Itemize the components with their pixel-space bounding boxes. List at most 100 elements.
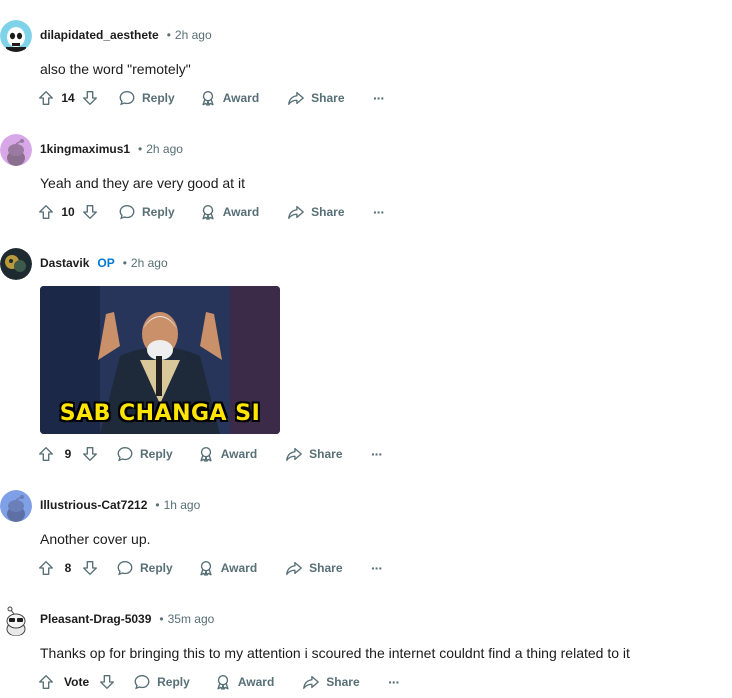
snoo-avatar-blue-icon — [0, 490, 32, 522]
meme-caption: SAB CHANGA SI — [59, 401, 261, 426]
comment-actions: 14 Reply Award Share ··· — [34, 84, 393, 112]
comment-actions: 9 Reply Award Share ··· — [34, 440, 391, 468]
vote-count: Vote — [64, 675, 90, 689]
award-label: Award — [220, 447, 258, 461]
award-button[interactable]: Award — [189, 554, 265, 582]
share-icon — [288, 205, 305, 219]
comment-meta: dilapidated_aesthete • 2h ago — [40, 28, 212, 42]
username-link[interactable]: Dastavik — [40, 256, 89, 270]
award-button[interactable]: Award — [191, 84, 267, 112]
vote-group: Vote — [34, 670, 119, 694]
comment-image[interactable]: SAB CHANGA SI — [40, 286, 280, 434]
more-options-button[interactable]: ··· — [380, 668, 408, 696]
award-label: Award — [222, 205, 260, 219]
share-button[interactable]: Share — [294, 668, 367, 696]
comment-actions: 10 Reply Award Share ··· — [34, 198, 393, 226]
username-link[interactable]: Illustrious-Cat7212 — [40, 498, 147, 512]
snoo-avatar-purple-icon — [0, 134, 32, 166]
award-icon — [202, 205, 214, 220]
award-icon — [200, 447, 212, 462]
share-button[interactable]: Share — [277, 554, 350, 582]
comment-meta: 1kingmaximus1 • 2h ago — [40, 142, 183, 156]
timestamp[interactable]: 35m ago — [168, 612, 215, 626]
reply-button[interactable]: Reply — [110, 84, 183, 112]
award-button[interactable]: Award — [189, 440, 265, 468]
meta-separator: • — [159, 612, 164, 626]
meta-separator: • — [138, 142, 143, 156]
award-button[interactable]: Award — [206, 668, 282, 696]
award-icon — [217, 675, 229, 690]
skeleton-avatar-icon — [0, 20, 32, 52]
vote-count: 9 — [64, 447, 72, 461]
upvote-icon[interactable] — [34, 556, 58, 580]
timestamp[interactable]: 1h ago — [164, 498, 201, 512]
share-icon — [286, 561, 303, 575]
downvote-icon[interactable] — [95, 670, 119, 694]
comment-actions: 8 Reply Award Share ··· — [34, 554, 391, 582]
meta-separator: • — [155, 498, 160, 512]
upvote-icon[interactable] — [34, 670, 58, 694]
chat-bubble-icon — [134, 675, 150, 690]
downvote-icon[interactable] — [78, 86, 102, 110]
vote-group: 8 — [34, 556, 102, 580]
comment-text: Thanks op for bringing this to my attent… — [40, 645, 630, 661]
user-avatar[interactable] — [0, 248, 32, 280]
user-avatar[interactable] — [0, 20, 32, 52]
downvote-icon[interactable] — [78, 556, 102, 580]
downvote-icon[interactable] — [78, 442, 102, 466]
timestamp[interactable]: 2h ago — [131, 256, 168, 270]
comment-meta: Illustrious-Cat7212 • 1h ago — [40, 498, 200, 512]
reply-button[interactable]: Reply — [108, 554, 181, 582]
user-avatar[interactable] — [0, 134, 32, 166]
share-button[interactable]: Share — [277, 440, 350, 468]
reply-label: Reply — [142, 205, 175, 219]
snoo-sunglasses-avatar-icon — [0, 604, 32, 636]
award-label: Award — [237, 675, 275, 689]
share-label: Share — [326, 675, 360, 689]
share-label: Share — [309, 561, 343, 575]
username-link[interactable]: Pleasant-Drag-5039 — [40, 612, 151, 626]
timestamp[interactable]: 2h ago — [175, 28, 212, 42]
share-icon — [288, 91, 305, 105]
meta-separator: • — [166, 28, 171, 42]
reply-label: Reply — [140, 447, 173, 461]
op-badge: OP — [97, 256, 115, 270]
username-link[interactable]: dilapidated_aesthete — [40, 28, 159, 42]
share-button[interactable]: Share — [279, 84, 352, 112]
upvote-icon[interactable] — [34, 442, 58, 466]
upvote-icon[interactable] — [34, 86, 58, 110]
username-link[interactable]: 1kingmaximus1 — [40, 142, 130, 156]
chat-bubble-icon — [117, 561, 133, 576]
share-button[interactable]: Share — [279, 198, 352, 226]
user-avatar[interactable] — [0, 490, 32, 522]
timestamp[interactable]: 2h ago — [146, 142, 183, 156]
reply-button[interactable]: Reply — [110, 198, 183, 226]
share-icon — [303, 675, 320, 689]
award-icon — [202, 91, 214, 106]
award-button[interactable]: Award — [191, 198, 267, 226]
chat-bubble-icon — [117, 447, 133, 462]
reply-label: Reply — [157, 675, 190, 689]
award-icon — [200, 561, 212, 576]
vote-group: 9 — [34, 442, 102, 466]
vote-count: 8 — [64, 561, 72, 575]
more-options-button[interactable]: ··· — [363, 440, 391, 468]
comment-meta: Pleasant-Drag-5039 • 35m ago — [40, 612, 214, 626]
more-options-button[interactable]: ··· — [365, 84, 393, 112]
comment-text: also the word "remotely" — [40, 61, 191, 77]
award-label: Award — [222, 91, 260, 105]
chat-bubble-icon — [119, 91, 135, 106]
reply-label: Reply — [142, 91, 175, 105]
downvote-icon[interactable] — [78, 200, 102, 224]
photo-avatar-icon — [0, 248, 32, 280]
share-label: Share — [311, 205, 345, 219]
more-options-button[interactable]: ··· — [365, 198, 393, 226]
user-avatar[interactable] — [0, 604, 32, 636]
more-options-button[interactable]: ··· — [363, 554, 391, 582]
reply-button[interactable]: Reply — [108, 440, 181, 468]
award-label: Award — [220, 561, 258, 575]
share-icon — [286, 447, 303, 461]
reply-button[interactable]: Reply — [125, 668, 198, 696]
chat-bubble-icon — [119, 205, 135, 220]
upvote-icon[interactable] — [34, 200, 58, 224]
